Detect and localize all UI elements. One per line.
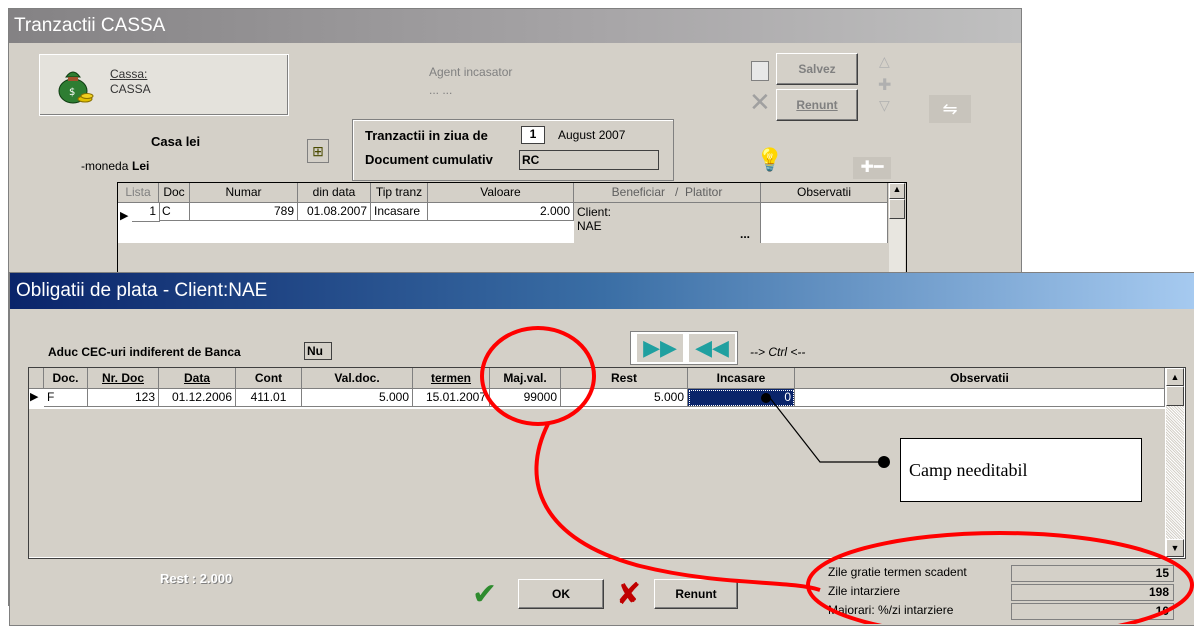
highlight-ellipse-info <box>806 531 1194 624</box>
callout-line <box>769 397 882 463</box>
highlight-connector <box>534 423 821 592</box>
callout-box: Camp needitabil <box>900 438 1142 502</box>
callout-dot-start <box>761 393 771 403</box>
highlight-ellipse-maj-val <box>480 326 596 426</box>
annotation-overlay <box>480 326 1194 624</box>
callout-dot-end <box>878 456 890 468</box>
